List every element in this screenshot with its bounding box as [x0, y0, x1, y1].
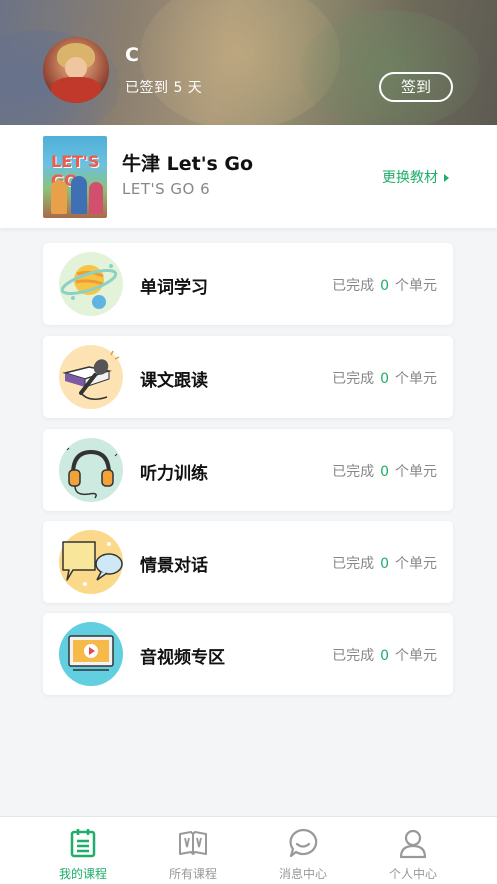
- module-card-word[interactable]: 单词学习 已完成 0 个单元: [43, 243, 453, 325]
- module-progress: 已完成 0 个单元: [332, 278, 437, 294]
- tab-profile[interactable]: 个人中心: [358, 827, 468, 882]
- tab-my-courses[interactable]: 我的课程: [28, 827, 138, 882]
- tab-label: 所有课程: [168, 867, 217, 881]
- module-progress: 已完成 0 个单元: [332, 648, 437, 664]
- caret-right-icon: [444, 174, 449, 182]
- tab-label: 我的课程: [58, 867, 107, 881]
- module-title: 音视频专区: [140, 648, 225, 668]
- module-card-reading[interactable]: 课文跟读 已完成 0 个单元: [43, 336, 453, 418]
- avatar[interactable]: [43, 37, 109, 103]
- module-title: 课文跟读: [140, 371, 208, 391]
- completed-count: 0: [380, 278, 389, 294]
- speech-bubbles-icon: [59, 530, 123, 594]
- module-progress: 已完成 0 个单元: [332, 464, 437, 480]
- module-card-listening[interactable]: 听力训练 已完成 0 个单元: [43, 429, 453, 511]
- completed-count: 0: [380, 556, 389, 572]
- module-progress: 已完成 0 个单元: [332, 556, 437, 572]
- tab-messages[interactable]: 消息中心: [248, 827, 358, 882]
- person-icon: [399, 829, 427, 859]
- completed-count: 0: [380, 464, 389, 480]
- textbook-title: 牛津 Let's Go: [122, 153, 254, 175]
- textbook-subtitle: LET'S GO 6: [122, 180, 211, 198]
- book-microphone-icon: [59, 345, 123, 409]
- completed-count: 0: [380, 648, 389, 664]
- tab-label: 消息中心: [278, 867, 327, 881]
- change-textbook-label: 更换教材: [382, 170, 438, 186]
- profile-header: C 已签到 5 天 签到: [0, 0, 497, 125]
- tab-all-courses[interactable]: 所有课程: [138, 827, 248, 882]
- signin-streak-text: 已签到 5 天: [125, 80, 203, 96]
- clipboard-list-icon: [70, 829, 96, 858]
- module-title: 单词学习: [140, 278, 208, 298]
- textbook-card: LET'S GO 牛津 Let's Go LET'S GO 6 更换教材: [0, 125, 497, 228]
- textbook-cover[interactable]: LET'S GO: [43, 136, 107, 218]
- bottom-tab-bar: 我的课程 所有课程 消息中心 个人中心: [0, 816, 497, 884]
- module-title: 情景对话: [140, 556, 208, 576]
- tab-label: 个人中心: [388, 867, 437, 881]
- module-card-dialogue[interactable]: 情景对话 已完成 0 个单元: [43, 521, 453, 603]
- username: C: [125, 44, 139, 66]
- module-title: 听力训练: [140, 464, 208, 484]
- chat-bubble-icon: [289, 828, 318, 858]
- change-textbook-link[interactable]: 更换教材: [382, 167, 449, 187]
- signin-button[interactable]: 签到: [379, 72, 453, 102]
- completed-count: 0: [380, 371, 389, 387]
- module-progress: 已完成 0 个单元: [332, 371, 437, 387]
- headphones-icon: [59, 438, 123, 502]
- open-book-icon: [179, 831, 207, 855]
- video-player-icon: [59, 622, 123, 686]
- module-card-video[interactable]: 音视频专区 已完成 0 个单元: [43, 613, 453, 695]
- planet-icon: [59, 252, 123, 316]
